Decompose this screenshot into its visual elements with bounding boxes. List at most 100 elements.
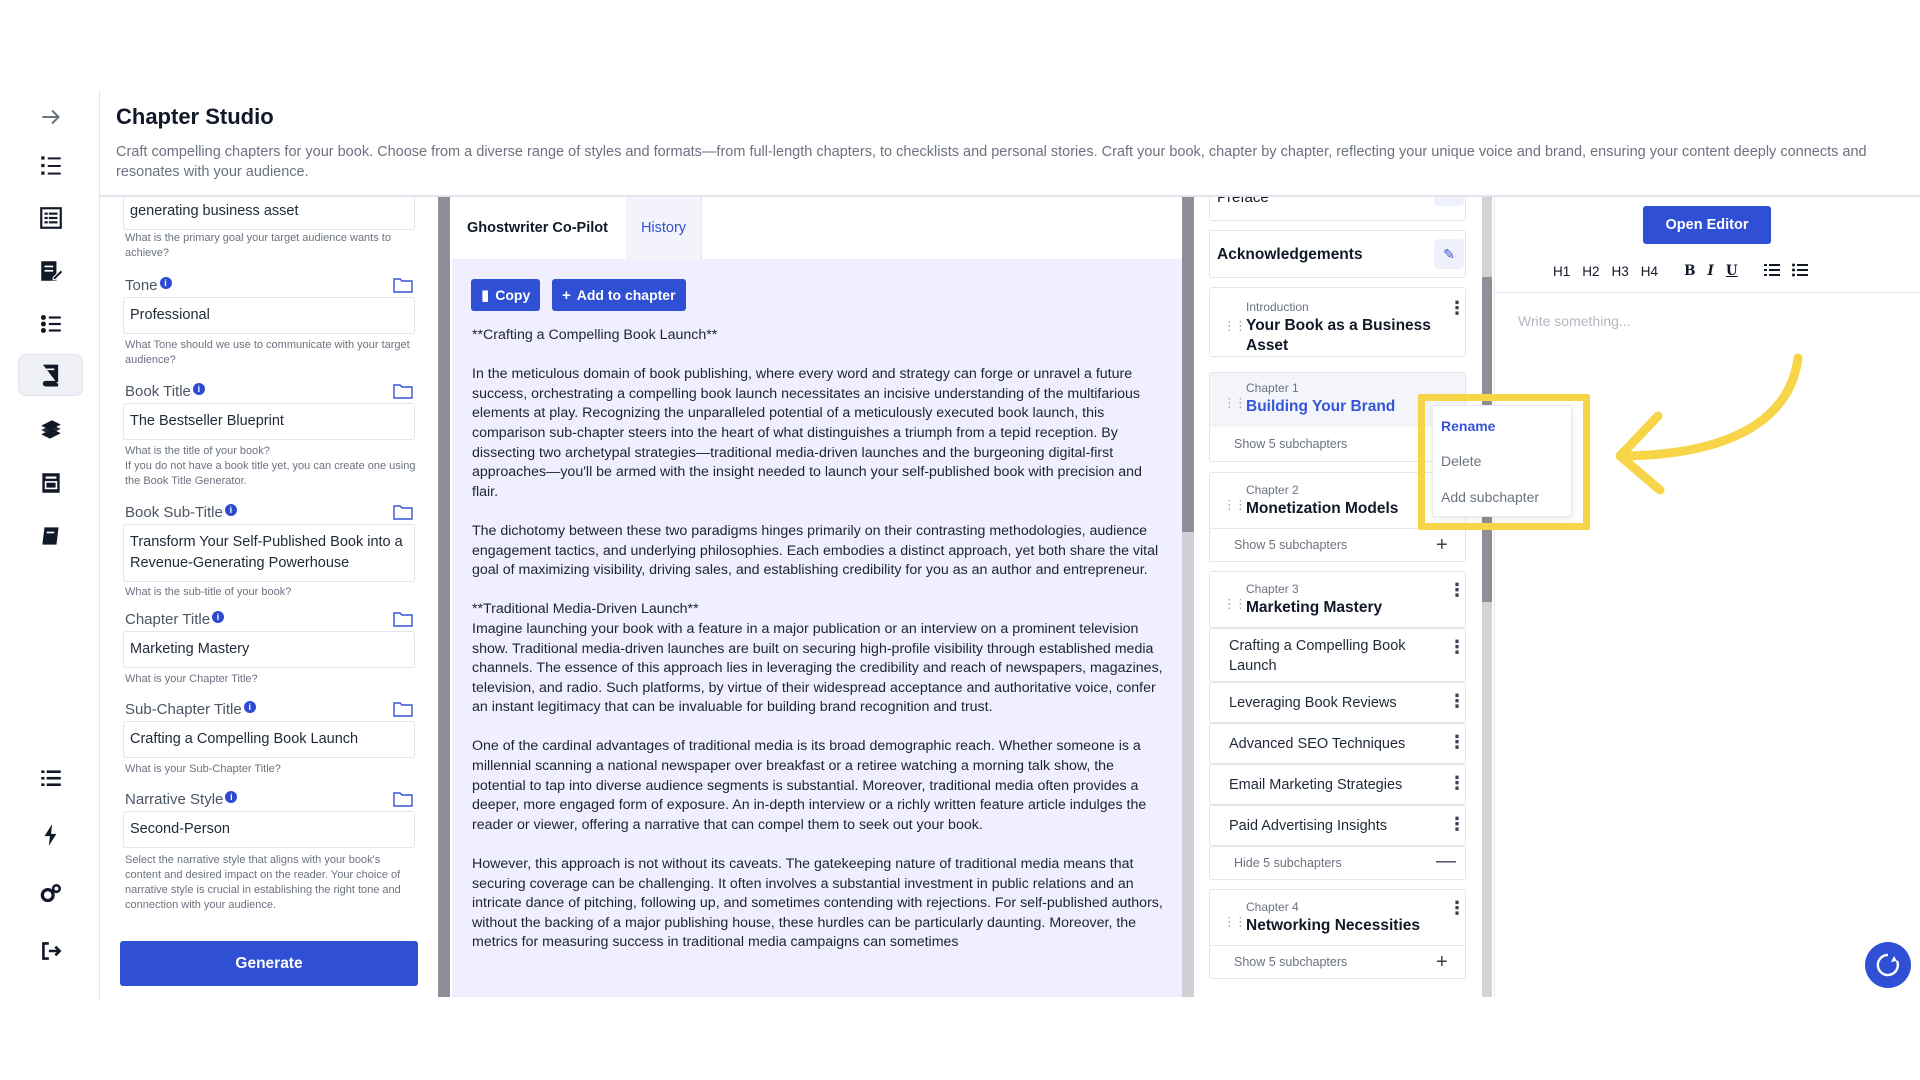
more-options-icon[interactable]: ⋮ bbox=[1448, 814, 1466, 835]
tab-ghostwriter-copilot[interactable]: Ghostwriter Co-Pilot bbox=[452, 197, 626, 259]
more-options-icon[interactable]: ⋮ bbox=[1448, 898, 1466, 919]
help-chat-button[interactable] bbox=[1865, 942, 1911, 988]
drag-handle-icon[interactable]: ⋮⋮ bbox=[1223, 596, 1247, 612]
tab-history[interactable]: History bbox=[626, 197, 702, 259]
stacked-books-icon[interactable] bbox=[18, 409, 83, 451]
copy-button[interactable]: ▮ Copy bbox=[471, 279, 541, 311]
settings-gears-icon[interactable] bbox=[18, 873, 83, 915]
folder-icon[interactable] bbox=[393, 791, 413, 807]
edit-pencil-icon[interactable]: ✎ bbox=[1434, 239, 1464, 269]
heading-4-button[interactable]: H4 bbox=[1641, 264, 1658, 279]
heading-3-button[interactable]: H3 bbox=[1612, 264, 1629, 279]
hide-subchapters-row[interactable]: Hide 5 subchapters — bbox=[1209, 846, 1466, 880]
open-editor-button[interactable]: Open Editor bbox=[1643, 206, 1771, 244]
more-options-icon[interactable]: ⋮ bbox=[1448, 298, 1466, 319]
subchapter-item[interactable]: Paid Advertising Insights ⋮ bbox=[1209, 805, 1466, 846]
editor-placeholder: Write something... bbox=[1518, 313, 1631, 329]
chapter-card-introduction[interactable]: ⋮⋮ Introduction Your Book as a Business … bbox=[1209, 287, 1466, 357]
scroll-thumb[interactable] bbox=[1182, 197, 1194, 532]
chapter-title: Marketing Mastery bbox=[1246, 599, 1383, 616]
drag-handle-icon[interactable]: ⋮⋮ bbox=[1223, 497, 1247, 513]
ghostwriter-panel: Ghostwriter Co-Pilot History ▮ Copy + Add … bbox=[452, 197, 1182, 997]
more-options-icon[interactable]: ⋮ bbox=[1448, 732, 1466, 753]
heading-1-button[interactable]: H1 bbox=[1553, 264, 1570, 279]
subchapter-item[interactable]: Advanced SEO Techniques ⋮ bbox=[1209, 723, 1466, 764]
narrative-style-label: Narrative Style i bbox=[125, 791, 238, 808]
drag-handle-icon[interactable]: ⋮⋮ bbox=[1223, 395, 1247, 411]
info-icon[interactable]: i bbox=[243, 701, 256, 713]
numbered-list-icon[interactable] bbox=[18, 144, 83, 186]
subchapter-item[interactable]: Email Marketing Strategies ⋮ bbox=[1209, 764, 1466, 805]
lightning-icon[interactable] bbox=[18, 814, 83, 856]
checklist-icon[interactable] bbox=[18, 303, 83, 345]
logout-icon[interactable] bbox=[18, 930, 83, 972]
bullet-list-icon[interactable] bbox=[1791, 263, 1808, 280]
arrow-right-icon[interactable] bbox=[18, 96, 83, 138]
menu-list-icon[interactable] bbox=[18, 757, 83, 799]
folder-icon[interactable] bbox=[393, 277, 413, 293]
folder-icon[interactable] bbox=[393, 611, 413, 627]
ordered-list-icon[interactable] bbox=[1763, 263, 1780, 280]
chapter-card-3[interactable]: ⋮⋮ Chapter 3 Marketing Mastery ⋮ bbox=[1209, 571, 1466, 628]
more-options-icon[interactable]: ⋮ bbox=[1448, 691, 1466, 712]
narrative-style-field[interactable]: Second-Person bbox=[123, 811, 415, 848]
chapter-card-acknowledgements[interactable]: Acknowledgements ✎ bbox=[1209, 230, 1466, 278]
info-icon[interactable]: i bbox=[192, 383, 205, 395]
book-title-field[interactable]: The Bestseller Blueprint bbox=[123, 403, 415, 440]
archive-book-icon[interactable] bbox=[18, 462, 83, 504]
edit-pencil-icon[interactable]: ✎ bbox=[1434, 197, 1464, 206]
show-subchapters-toggle[interactable]: Show 5 subchapters bbox=[1234, 955, 1347, 969]
add-subchapter-icon[interactable]: + bbox=[1436, 535, 1448, 555]
book-subtitle-field[interactable]: Transform Your Self-Published Book into … bbox=[123, 524, 415, 582]
add-to-chapter-button[interactable]: + Add to chapter bbox=[552, 279, 686, 311]
info-icon[interactable]: i bbox=[225, 791, 238, 803]
generate-button[interactable]: Generate bbox=[120, 941, 418, 986]
add-subchapter-icon[interactable]: + bbox=[1436, 952, 1448, 972]
collapse-icon[interactable]: — bbox=[1436, 851, 1456, 871]
italic-button[interactable]: I bbox=[1707, 263, 1713, 279]
more-options-icon[interactable]: ⋮ bbox=[1448, 637, 1466, 658]
copy-icon: ▮ bbox=[481, 287, 490, 304]
folder-icon[interactable] bbox=[393, 701, 413, 717]
more-options-icon[interactable]: ⋮ bbox=[1448, 773, 1466, 794]
editor-panel: Open Editor H1 H2 H3 H4 B I U Write some… bbox=[1494, 197, 1920, 997]
generated-content[interactable]: **Crafting a Compelling Book Launch** In… bbox=[472, 326, 1168, 973]
paragraph: However, this approach is not without it… bbox=[472, 856, 1163, 951]
book-icon[interactable] bbox=[18, 354, 83, 396]
show-subchapters-toggle[interactable]: Show 5 subchapters bbox=[1234, 538, 1347, 552]
chapter-title-field[interactable]: Marketing Mastery bbox=[123, 631, 415, 668]
scroll-thumb[interactable] bbox=[438, 197, 450, 997]
folder-icon[interactable] bbox=[393, 383, 413, 399]
notebook-icon[interactable] bbox=[18, 515, 83, 557]
chapter-card-4[interactable]: ⋮⋮ Chapter 4 Networking Necessities ⋮ Sh… bbox=[1209, 889, 1466, 979]
show-subchapters-toggle[interactable]: Show 5 subchapters bbox=[1234, 437, 1347, 451]
app-root: Chapter Studio Craft compelling chapters… bbox=[0, 0, 1920, 1080]
chapter-list-scrollbar[interactable] bbox=[1482, 197, 1492, 997]
paragraph: **Crafting a Compelling Book Launch** bbox=[472, 327, 718, 343]
chapter-number: Introduction bbox=[1246, 300, 1309, 314]
bold-button[interactable]: B bbox=[1684, 263, 1695, 279]
subchapter-item[interactable]: Leveraging Book Reviews ⋮ bbox=[1209, 682, 1466, 723]
goal-field[interactable]: generating business asset bbox=[123, 197, 415, 230]
edit-document-icon[interactable] bbox=[18, 250, 83, 292]
heading-2-button[interactable]: H2 bbox=[1582, 264, 1599, 279]
form-scrollbar[interactable] bbox=[438, 197, 450, 997]
drag-handle-icon[interactable]: ⋮⋮ bbox=[1223, 914, 1247, 930]
info-icon[interactable]: i bbox=[212, 611, 225, 623]
tone-field[interactable]: Professional bbox=[123, 297, 415, 334]
folder-icon[interactable] bbox=[393, 504, 413, 520]
goal-hint: What is the primary goal your target aud… bbox=[125, 232, 391, 259]
chapter-title: Preface bbox=[1217, 197, 1269, 206]
hide-subchapters-toggle[interactable]: Hide 5 subchapters bbox=[1234, 856, 1342, 870]
subchapter-item[interactable]: Crafting a Compelling Book Launch ⋮ bbox=[1209, 628, 1466, 682]
underline-button[interactable]: U bbox=[1726, 263, 1738, 279]
ghostwriter-scrollbar[interactable] bbox=[1182, 197, 1194, 997]
chapter-card-preface[interactable]: Preface ✎ bbox=[1209, 197, 1466, 221]
info-icon[interactable]: i bbox=[224, 504, 237, 516]
more-options-icon[interactable]: ⋮ bbox=[1448, 580, 1466, 601]
info-icon[interactable]: i bbox=[159, 277, 172, 289]
chapter-title: Networking Necessities bbox=[1246, 917, 1421, 934]
document-list-icon[interactable] bbox=[18, 197, 83, 239]
drag-handle-icon[interactable]: ⋮⋮ bbox=[1223, 318, 1247, 334]
subchapter-title-field[interactable]: Crafting a Compelling Book Launch bbox=[123, 721, 415, 758]
